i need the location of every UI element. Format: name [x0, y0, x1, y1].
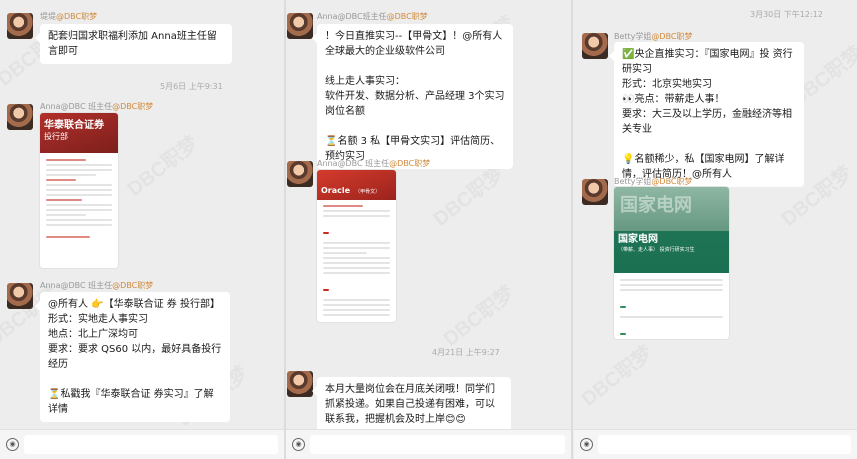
sender-name: Anna@DBC 班主任@DBC职梦 [40, 102, 154, 111]
message-input[interactable] [598, 435, 851, 454]
sender-name: Anna@DBC 班主任@DBC职梦 [317, 159, 431, 168]
watermark: DBC职梦 [123, 132, 203, 201]
watermark: DBC职梦 [577, 342, 657, 411]
avatar[interactable] [582, 33, 608, 59]
input-bar: ◉ [286, 429, 571, 459]
voice-icon[interactable]: ◉ [292, 438, 305, 451]
poster-header: 国家电网 国家电网 （带薪、走人事） 投资行研实习生 [614, 187, 729, 273]
poster-header: Oracle （甲骨文） [317, 170, 396, 200]
timestamp: 5月6日 上午9:31 [160, 82, 223, 91]
message-bubble[interactable]: ✅央企直推实习：『国家电网』投 资行研实习 形式：北京实地实习 👀亮点：带薪走人… [609, 42, 804, 187]
input-bar: ◉ [574, 429, 857, 459]
sender-name: Betty学姐@DBC职梦 [614, 32, 693, 41]
message-bubble[interactable]: 本月大量岗位会在月底关闭哦！同学们抓紧投递。如果自己投递有困难，可以联系我，把握… [312, 377, 511, 432]
message-input[interactable] [24, 435, 278, 454]
sender-name: 堤堤@DBC职梦 [40, 12, 98, 21]
avatar[interactable] [7, 283, 33, 309]
poster-bg-logo: 国家电网 [620, 195, 692, 216]
avatar[interactable] [287, 371, 313, 397]
chat-panel-1: DBC职梦 DBC职梦 DBC职梦 DBC职梦 堤堤@DBC职梦 配套归国求职福… [0, 0, 284, 459]
panel-divider [571, 0, 573, 459]
chat-panel-3: DBC职梦 DBC职梦 DBC职梦 3月30日 下午12:12 Betty学姐@… [574, 0, 857, 459]
avatar[interactable] [7, 13, 33, 39]
timestamp: 4月21日 上午9:27 [432, 348, 500, 357]
avatar[interactable] [7, 104, 33, 130]
timestamp: 3月30日 下午12:12 [750, 10, 823, 19]
sender-name: Betty学姐@DBC职梦 [614, 177, 693, 186]
avatar[interactable] [582, 179, 608, 205]
avatar[interactable] [287, 13, 313, 39]
input-bar: ◉ [0, 429, 284, 459]
image-message[interactable]: Oracle （甲骨文） [317, 170, 396, 322]
sender-name: Anna@DBC 班主任@DBC职梦 [40, 281, 154, 290]
chat-panel-2: DBC职梦 DBC职梦 DBC职梦 Anna@DBC班主任@DBC职梦 ！今日直… [286, 0, 571, 459]
voice-icon[interactable]: ◉ [6, 438, 19, 451]
avatar[interactable] [287, 161, 313, 187]
watermark: DBC职梦 [439, 282, 519, 351]
sender-name: Anna@DBC班主任@DBC职梦 [317, 12, 428, 21]
voice-icon[interactable]: ◉ [580, 438, 593, 451]
message-input[interactable] [310, 435, 565, 454]
image-message[interactable]: 国家电网 国家电网 （带薪、走人事） 投资行研实习生 [614, 187, 729, 339]
message-bubble[interactable]: ！今日直推实习--【甲骨文】！@所有人 全球最大的企业级软件公司 线上走人事实习… [312, 24, 513, 169]
poster-header: 华泰联合证券 投行部 [40, 113, 118, 153]
message-bubble[interactable]: @所有人 👉【华泰联合证 券 投行部】 形式：实地走人事实习 地点：北上广深均可… [35, 292, 230, 422]
image-message[interactable]: 华泰联合证券 投行部 [40, 113, 118, 268]
message-bubble[interactable]: 配套归国求职福利添加 Anna班主任留言即可 [35, 24, 232, 64]
